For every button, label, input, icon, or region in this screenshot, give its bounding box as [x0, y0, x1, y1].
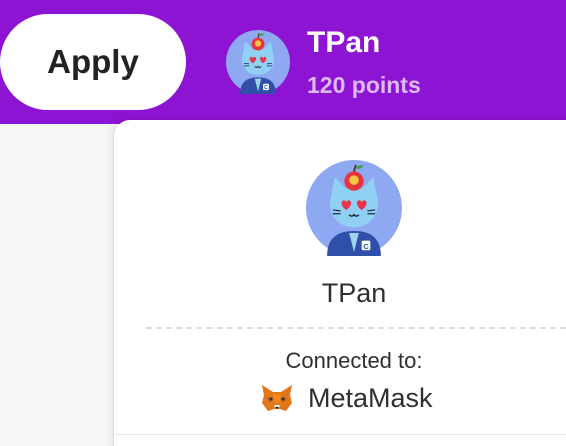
points-count: 120 points — [307, 72, 421, 98]
divider — [114, 434, 566, 435]
cat-avatar-icon[interactable] — [226, 30, 290, 94]
top-bar: Apply TPan 120 points — [0, 0, 566, 124]
divider — [146, 327, 566, 329]
cat-avatar-icon — [306, 160, 402, 256]
account-dropdown-panel: TPan Connected to: MetaMask — [114, 120, 566, 446]
wallet-row: MetaMask — [260, 380, 433, 416]
connected-label: Connected to: — [285, 348, 423, 373]
wallet-name: MetaMask — [308, 382, 433, 413]
metamask-fox-icon — [262, 385, 292, 411]
panel-username: TPan — [321, 278, 387, 308]
header-username[interactable]: TPan — [307, 26, 380, 60]
apply-button[interactable]: Apply — [0, 14, 186, 110]
